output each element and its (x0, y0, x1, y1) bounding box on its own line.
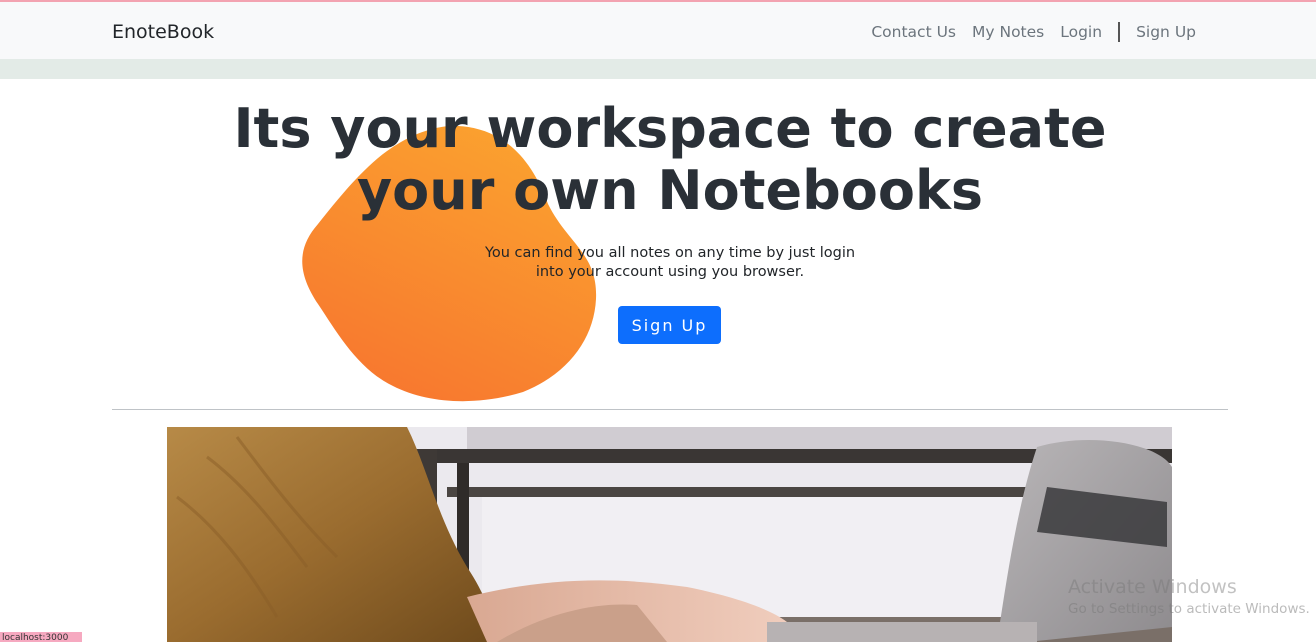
nav-contact-us[interactable]: Contact Us (871, 23, 956, 41)
hero-photo-laptop (167, 427, 1172, 642)
section-divider (112, 409, 1228, 410)
windows-activation-subtitle: Go to Settings to activate Windows. (1068, 601, 1310, 617)
nav-separator (1118, 22, 1121, 42)
nav-links: Contact Us My Notes Login Sign Up (855, 22, 1196, 42)
hero-title: Its your workspace to create your own No… (233, 97, 1107, 222)
corner-url-tag: localhost:3000 (0, 632, 82, 642)
navbar: EnoteBook Contact Us My Notes Login Sign… (0, 2, 1316, 59)
header-band (0, 59, 1316, 79)
brand-logo[interactable]: EnoteBook (112, 21, 214, 43)
hero-sign-up-button[interactable]: Sign Up (618, 306, 721, 344)
windows-activation-title: Activate Windows (1068, 576, 1237, 598)
nav-my-notes[interactable]: My Notes (972, 23, 1044, 41)
hero-description: You can find you all notes on any time b… (484, 245, 856, 280)
nav-login[interactable]: Login (1060, 23, 1102, 41)
nav-sign-up[interactable]: Sign Up (1136, 23, 1196, 41)
